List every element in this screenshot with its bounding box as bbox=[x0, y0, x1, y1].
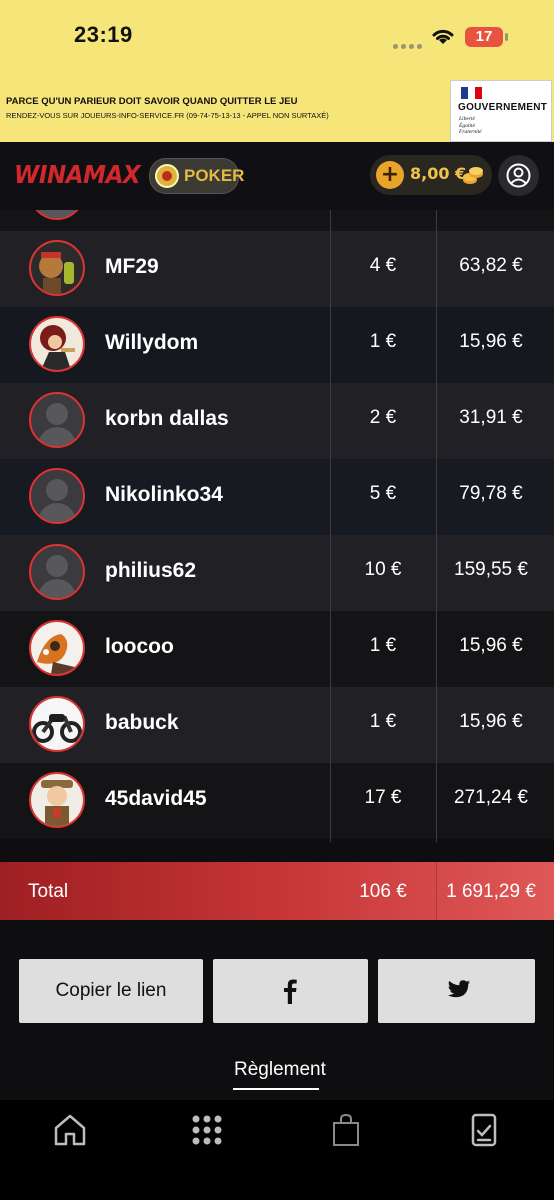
player-prize: 15,96 € bbox=[459, 331, 523, 352]
player-row[interactable]: babuck 1 € 15,96 € bbox=[0, 687, 554, 763]
player-prize: 271,24 € bbox=[454, 787, 528, 808]
player-row[interactable]: korbn dallas 2 € 31,91 € bbox=[0, 383, 554, 459]
player-prize: 15,96 € bbox=[459, 635, 523, 656]
avatar bbox=[29, 210, 85, 220]
french-flag-icon bbox=[461, 87, 483, 99]
user-icon bbox=[506, 163, 531, 188]
avatar bbox=[29, 620, 85, 676]
games-grid-icon[interactable] bbox=[189, 1112, 225, 1148]
avatar bbox=[29, 696, 85, 752]
player-prize: 63,82 € bbox=[459, 255, 523, 276]
player-stake: 1 € bbox=[369, 711, 397, 732]
player-row[interactable]: 45david45 17 € 271,24 € bbox=[0, 763, 554, 839]
player-stake: 2 € bbox=[369, 407, 397, 428]
player-name: babuck bbox=[105, 711, 179, 734]
player-prize: 79,78 € bbox=[459, 483, 523, 504]
shop-bag-icon[interactable] bbox=[328, 1112, 364, 1148]
player-name: MF29 bbox=[105, 255, 159, 278]
player-name: 45david45 bbox=[105, 787, 207, 810]
government-name: GOUVERNEMENT bbox=[458, 102, 548, 113]
player-name: loocoo bbox=[105, 635, 174, 658]
avatar bbox=[29, 316, 85, 372]
total-stake: 106 € bbox=[359, 881, 407, 902]
banner-message: PARCE QU'UN PARIEUR DOIT SAVOIR QUAND QU… bbox=[6, 96, 298, 107]
banner-contact: RENDEZ-VOUS SUR JOUEURS-INFO-SERVICE.FR … bbox=[6, 111, 329, 120]
total-prize: 1 691,29 € bbox=[446, 881, 536, 902]
rules-underline bbox=[233, 1088, 319, 1090]
account-button[interactable] bbox=[498, 155, 539, 196]
poker-switch-button[interactable]: POKER bbox=[149, 158, 244, 194]
player-stake: 5 € bbox=[369, 483, 397, 504]
responsible-gaming-banner[interactable]: PARCE QU'UN PARIEUR DOIT SAVOIR QUAND QU… bbox=[0, 64, 554, 142]
twitter-icon bbox=[448, 980, 470, 998]
balance-amount: 8,00 € bbox=[410, 164, 467, 183]
battery-cap bbox=[505, 33, 508, 41]
battery-icon: 17 bbox=[465, 27, 503, 47]
player-row[interactable]: MF29 4 € 63,82 € bbox=[0, 231, 554, 307]
column-divider bbox=[436, 210, 437, 842]
avatar bbox=[29, 468, 85, 524]
add-funds-icon[interactable]: + bbox=[376, 161, 404, 189]
player-row[interactable]: Nikolinko34 5 € 79,78 € bbox=[0, 459, 554, 535]
player-name: Willydom bbox=[105, 331, 199, 354]
poker-label: POKER bbox=[184, 166, 245, 185]
signal-icon bbox=[393, 34, 425, 53]
facebook-icon bbox=[284, 979, 297, 1004]
rules-link[interactable]: Règlement bbox=[234, 1059, 326, 1081]
total-row: Total 106 € 1 691,29 € bbox=[0, 862, 554, 920]
government-motto: Liberté Égalité Fraternité bbox=[459, 116, 482, 135]
wifi-icon bbox=[432, 29, 454, 44]
balance-button[interactable]: + 8,00 € bbox=[370, 155, 492, 195]
status-bar: 23:19 17 bbox=[0, 0, 554, 64]
player-row[interactable]: philius62 10 € 159,55 € bbox=[0, 535, 554, 611]
player-name: Nikolinko34 bbox=[105, 483, 223, 506]
player-stake: 1 € bbox=[369, 635, 397, 656]
home-icon[interactable] bbox=[52, 1112, 88, 1148]
list-item bbox=[0, 210, 554, 231]
column-divider bbox=[330, 210, 331, 842]
total-label: Total bbox=[28, 881, 69, 902]
player-stake: 4 € bbox=[369, 255, 397, 276]
player-row[interactable]: loocoo 1 € 15,96 € bbox=[0, 611, 554, 687]
winamax-logo[interactable]: WINAMAX bbox=[14, 160, 141, 189]
player-prize: 31,91 € bbox=[459, 407, 523, 428]
coins-icon bbox=[463, 167, 483, 184]
twitter-share-button[interactable] bbox=[378, 959, 535, 1023]
player-name: philius62 bbox=[105, 559, 197, 582]
avatar bbox=[29, 772, 85, 828]
player-stake: 10 € bbox=[364, 559, 402, 580]
player-stake: 17 € bbox=[364, 787, 402, 808]
players-list[interactable]: MF29 4 € 63,82 € Willydom 1 € 15,96 € ko… bbox=[0, 210, 554, 842]
poker-chip-icon bbox=[155, 164, 179, 188]
player-prize: 159,55 € bbox=[454, 559, 528, 580]
player-row[interactable]: Willydom 1 € 15,96 € bbox=[0, 307, 554, 383]
government-logo: GOUVERNEMENT Liberté Égalité Fraternité bbox=[450, 80, 552, 142]
avatar bbox=[29, 544, 85, 600]
avatar bbox=[29, 240, 85, 296]
status-time: 23:19 bbox=[74, 22, 133, 47]
copy-link-button[interactable]: Copier le lien bbox=[19, 959, 203, 1023]
avatar bbox=[29, 392, 85, 448]
bet-slip-icon[interactable] bbox=[466, 1112, 502, 1148]
player-stake: 1 € bbox=[369, 331, 397, 352]
player-name: korbn dallas bbox=[105, 407, 229, 430]
facebook-share-button[interactable] bbox=[213, 959, 368, 1023]
player-prize: 15,96 € bbox=[459, 711, 523, 732]
